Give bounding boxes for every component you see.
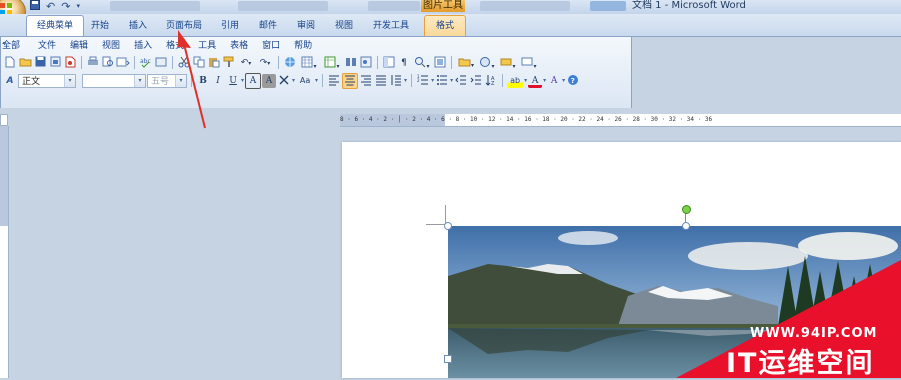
annotation-arrow xyxy=(178,30,206,129)
